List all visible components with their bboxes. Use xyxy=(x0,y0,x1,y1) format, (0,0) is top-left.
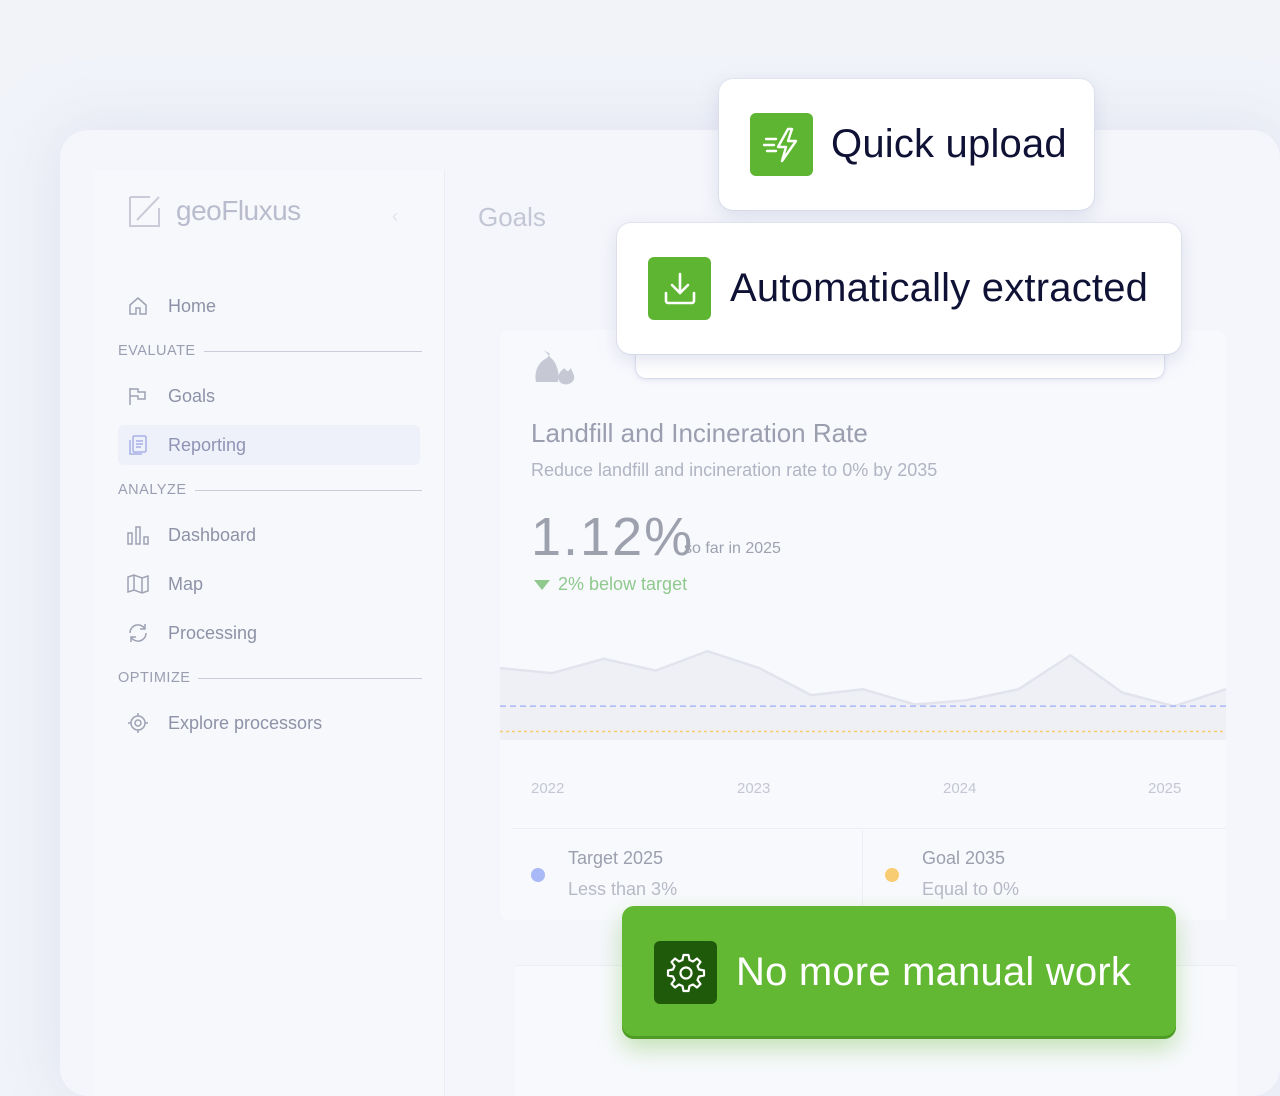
goal-value: 1.12% xyxy=(531,507,695,567)
no-manual-work-card[interactable]: No more manual work xyxy=(622,906,1176,1039)
logo-text: geoFluxus xyxy=(176,195,301,226)
flag-icon xyxy=(129,388,146,405)
waste-fire-icon xyxy=(535,350,575,385)
sidebar-item-label: Goals xyxy=(168,385,216,406)
sidebar-item-reporting[interactable]: Reporting xyxy=(118,425,420,465)
sidebar-item-map[interactable]: Map xyxy=(118,564,420,604)
legend-dot-target xyxy=(531,868,545,882)
goal-chart xyxy=(500,649,1226,740)
gear-icon xyxy=(654,941,717,1004)
x-tick: 2022 xyxy=(531,780,565,797)
sidebar-item-goals[interactable]: Goals xyxy=(118,376,420,416)
sidebar-item-label: Dashboard xyxy=(168,524,257,545)
page-title: Goals xyxy=(478,202,546,232)
target-icon xyxy=(128,713,148,733)
home-icon xyxy=(129,297,147,315)
sidebar-item-processing[interactable]: Processing xyxy=(118,613,420,653)
section-label-optimize: OPTIMIZE xyxy=(118,670,422,686)
sidebar-item-label: Explore processors xyxy=(168,712,323,733)
map-icon xyxy=(127,574,149,594)
auto-extracted-card[interactable]: Automatically extracted xyxy=(617,223,1181,354)
legend-title-goal: Goal 2035 xyxy=(922,848,1006,868)
sidebar-item-label: Reporting xyxy=(168,434,247,455)
sidebar-item-label: Processing xyxy=(168,622,258,643)
x-tick: 2024 xyxy=(943,780,977,797)
section-label-evaluate: EVALUATE xyxy=(118,343,422,359)
trend-text: 2% below target xyxy=(558,574,688,594)
quick-upload-card[interactable]: Quick upload xyxy=(719,79,1094,210)
section-label-analyze: ANALYZE xyxy=(118,482,422,498)
logo[interactable]: geoFluxus xyxy=(128,194,301,228)
legend-dot-goal xyxy=(885,868,899,882)
chart-area xyxy=(500,651,1226,740)
sidebar-item-label: Map xyxy=(168,573,204,594)
refresh-icon xyxy=(129,624,147,642)
sidebar-item-dashboard[interactable]: Dashboard xyxy=(118,515,420,555)
geofluxus-logo-icon xyxy=(129,196,160,227)
bar-chart-icon xyxy=(127,526,149,545)
report-icon xyxy=(129,435,147,455)
no-manual-work-label: No more manual work xyxy=(736,950,1132,994)
trend-indicator: 2% below target xyxy=(534,574,687,595)
goal-subtitle: Reduce landfill and incineration rate to… xyxy=(531,460,938,480)
quick-upload-label: Quick upload xyxy=(831,122,1067,166)
x-tick: 2025 xyxy=(1148,780,1182,797)
legend-title-target: Target 2025 xyxy=(568,848,664,868)
x-tick: 2023 xyxy=(737,780,771,797)
down-arrow-icon xyxy=(534,579,550,590)
legend-subtitle-target: Less than 3% xyxy=(568,879,678,899)
sidebar-item-home[interactable]: Home xyxy=(118,286,420,326)
goal-title: Landfill and Incineration Rate xyxy=(531,418,868,448)
legend-subtitle-goal: Equal to 0% xyxy=(922,879,1020,899)
collapse-sidebar-icon[interactable]: ‹ xyxy=(392,206,398,227)
quick-upload-icon xyxy=(750,113,813,176)
download-icon xyxy=(648,257,711,320)
auto-extracted-label: Automatically extracted xyxy=(730,266,1149,310)
sidebar-item-label: Home xyxy=(168,295,217,316)
sidebar-item-explore-processors[interactable]: Explore processors xyxy=(118,703,420,743)
goal-value-caption: so far in 2025 xyxy=(684,540,781,557)
